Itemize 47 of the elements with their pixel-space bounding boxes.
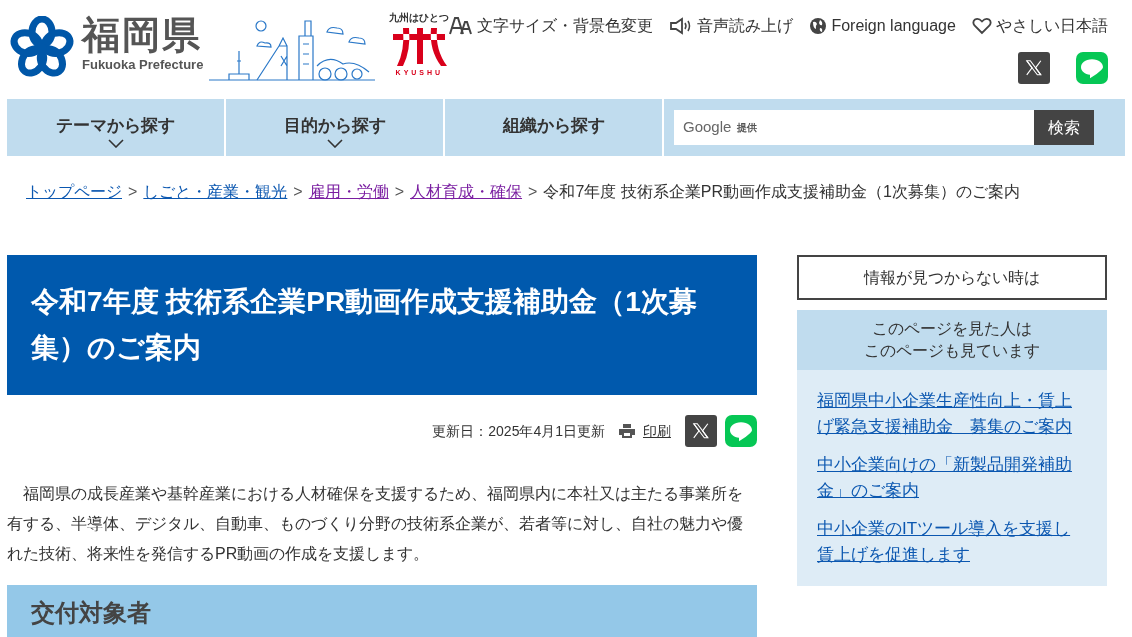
utility-link[interactable]: やさしい日本語 [971, 14, 1108, 38]
site-logo-title: 福岡県 [82, 13, 203, 58]
utility-link[interactable]: Foreign language [809, 14, 956, 38]
breadcrumb-current: 令和7年度 技術系企業PR動画作成支援補助金（1次募集）のご案内 [543, 182, 1020, 202]
flower-emblem-icon [8, 16, 76, 78]
x-logo-icon [692, 422, 710, 440]
nav-tab[interactable]: 組織から探す [445, 99, 664, 156]
utility-link[interactable]: 音声読み上げ [669, 14, 794, 38]
breadcrumb-link[interactable]: 雇用・労働 [308, 180, 389, 204]
chevron-down-icon [107, 138, 124, 148]
nav-tab[interactable]: テーマから探す [7, 99, 226, 156]
x-logo-icon [1025, 59, 1043, 77]
speech-bubble-icon [1079, 56, 1104, 80]
breadcrumb-link[interactable]: 人材育成・確保 [410, 180, 523, 204]
globe-icon [809, 17, 828, 35]
print-link[interactable]: 印刷 [643, 420, 671, 442]
related-link[interactable]: 中小企業のITツール導入を支援し賃上げを促進します [817, 516, 1087, 568]
breadcrumb-separator: > [528, 182, 538, 202]
breadcrumb-separator: > [394, 182, 405, 202]
update-date: 更新日：2025年4月1日更新 [432, 421, 605, 441]
breadcrumb-link[interactable]: トップページ [26, 180, 122, 204]
breadcrumb-separator: > [128, 182, 138, 202]
provider-label: 提供 [737, 121, 758, 135]
heart-icon [971, 17, 992, 35]
printer-icon [619, 424, 635, 438]
chevron-down-icon [326, 138, 343, 148]
search-field[interactable]: Google 提供 [674, 110, 1034, 145]
google-brand: Google [683, 117, 732, 138]
search-button[interactable]: 検索 [1034, 110, 1094, 145]
speech-bubble-icon [729, 419, 753, 443]
breadcrumb-link[interactable]: しごと・産業・観光 [143, 180, 288, 204]
breadcrumb-separator: > [293, 182, 303, 202]
related-heading: このページを見た人は [872, 319, 1032, 339]
related-heading: このページも見ています [864, 341, 1040, 361]
utility-link[interactable]: 文字サイズ・背景色変更 [449, 14, 654, 38]
kyushu-tagline: 九州はひとつ [389, 12, 450, 24]
site-logo-subtitle: Fukuoka Prefecture [82, 58, 204, 72]
intro-paragraph: 福岡県の成長産業や基幹産業における人材確保を支援するため、福岡県内に本社又は主たる事業所を有する、半導体、デジタル、自動車、ものづくり分野の技術系企業が、若者等に対し、自社の魅力や優れた技術、将来性を発信するPR動画の作成を支援します。 [7, 484, 744, 564]
related-link[interactable]: 福岡県中小企業生産性向上・賃上げ緊急支援補助金 募集のご案内 [817, 388, 1087, 440]
font-size-icon [449, 17, 474, 35]
x-share-button[interactable] [685, 415, 717, 447]
section-heading: 交付対象者 [31, 598, 152, 628]
page-title: 令和7年度 技術系企業PR動画作成支援補助金（1次募集）のご案内 [31, 285, 698, 365]
help-button[interactable]: 情報が見つからない時は [797, 255, 1107, 300]
nav-tab[interactable]: 目的から探す [226, 99, 445, 156]
x-share-button[interactable] [1017, 52, 1050, 84]
related-link[interactable]: 中小企業向けの「新製品開発補助金」のご案内 [817, 452, 1087, 504]
